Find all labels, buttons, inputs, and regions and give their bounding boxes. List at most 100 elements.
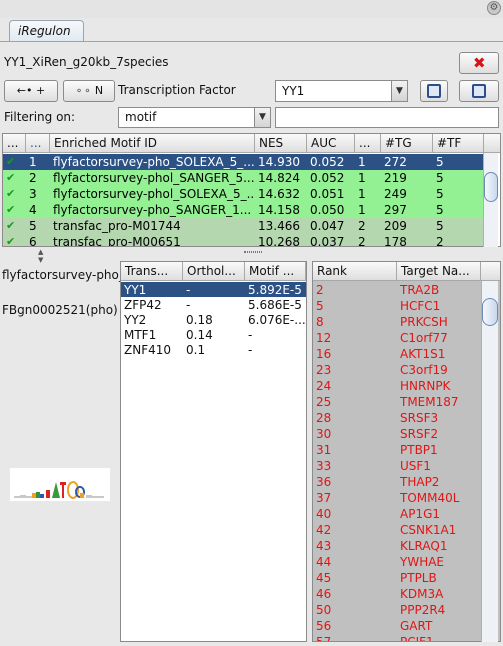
table-row[interactable]: 5 HCFC1 — [313, 298, 481, 314]
target-rank-cell: 56 — [316, 619, 332, 633]
column-header[interactable]: ... — [26, 134, 50, 153]
table-row[interactable]: 16 AKT1S1 — [313, 346, 481, 362]
column-header[interactable]: Trans... — [121, 262, 183, 281]
table-row[interactable]: ✔ 4 flyfactorsurvey-pho_SANGER_1... 14.158 0… — [3, 202, 484, 218]
tf-combobox[interactable]: YY1 ▼ — [275, 80, 408, 102]
gear-icon[interactable]: ⚙ — [487, 1, 501, 15]
filter-input[interactable] — [275, 107, 499, 128]
table-row[interactable]: 36 THAP2 — [313, 474, 481, 490]
chevron-down-icon[interactable]: ▼ — [391, 81, 407, 101]
table-row[interactable]: 23 C3orf19 — [313, 362, 481, 378]
column-header[interactable]: Enriched Motif ID — [50, 134, 255, 153]
split-handle[interactable]: ▲ ▼ — [2, 248, 501, 264]
collapse-arrows-icon[interactable]: ▲ ▼ — [38, 248, 43, 264]
rank-cell: 4 — [29, 203, 37, 217]
table-row[interactable]: 46 KDM3A — [313, 586, 481, 602]
tf-label: Transcription Factor — [118, 83, 236, 97]
table-row[interactable]: ZFP42 - 5.686E-5 — [121, 297, 306, 312]
table-row[interactable]: 8 PRKCSH — [313, 314, 481, 330]
add-to-network-button[interactable]: ←• + — [4, 80, 58, 102]
orthology-cell: 0.18 — [186, 313, 213, 327]
filter-combobox-value: motif — [125, 110, 157, 124]
orthology-cell: - — [186, 298, 191, 312]
close-button[interactable]: ✖ — [459, 52, 499, 74]
target-name-cell: PRKCSH — [400, 315, 448, 329]
filter-combobox[interactable]: motif ▼ — [118, 107, 271, 128]
table-row[interactable]: 2 TRA2B — [313, 282, 481, 298]
target-name-cell: PTBP1 — [400, 443, 438, 457]
column-header[interactable]: Motif ... — [245, 262, 306, 281]
tf-count-cell: 5 — [436, 155, 444, 169]
table-row[interactable]: 25 TMEM187 — [313, 394, 481, 410]
auc-cell: 0.052 — [310, 155, 345, 169]
close-icon: ✖ — [473, 54, 486, 72]
auc-cell: 0.052 — [310, 171, 345, 185]
table-row[interactable]: 31 PTBP1 — [313, 442, 481, 458]
column-header[interactable]: Target Na... — [397, 262, 481, 281]
scrollbar-thumb[interactable] — [482, 298, 498, 326]
rank-cell: 5 — [29, 219, 37, 233]
tf-count-cell: 5 — [436, 171, 444, 185]
target-name-cell: SRSF2 — [400, 427, 439, 441]
target-rank-cell: 12 — [316, 331, 332, 345]
tf-combobox-value: YY1 — [282, 84, 305, 98]
target-name-cell: YWHAE — [400, 555, 445, 569]
target-rank-cell: 37 — [316, 491, 332, 505]
export-button[interactable] — [459, 80, 499, 102]
table-row[interactable]: ✔ 6 transfac_pro-M00651 10.268 0.037 2 178 2 — [3, 234, 484, 246]
create-network-button[interactable]: ⚬⚬ N — [63, 80, 115, 102]
table-row[interactable]: 50 PPP2R4 — [313, 602, 481, 618]
table-row[interactable]: YY1 - 5.892E-5 — [121, 282, 306, 297]
rank-cell: 2 — [29, 171, 37, 185]
table-row[interactable]: 28 SRSF3 — [313, 410, 481, 426]
table-row[interactable]: ✔ 1 flyfactorsurvey-pho_SOLEXA_5_... 14.930… — [3, 154, 484, 170]
table-row[interactable]: 45 PTPLB — [313, 570, 481, 586]
target-name-cell: PTPLB — [400, 571, 437, 585]
table-row[interactable]: 44 YWHAE — [313, 554, 481, 570]
grip-icon[interactable] — [244, 251, 262, 253]
table-row[interactable]: 57 PCIF1 — [313, 634, 481, 642]
column-header[interactable]: ... — [355, 134, 381, 153]
orthology-cell: 0.1 — [186, 343, 206, 357]
table-row[interactable]: 24 HNRNPK — [313, 378, 481, 394]
target-table-scrollbar[interactable] — [481, 281, 498, 642]
column-header[interactable]: ... — [3, 134, 26, 153]
target-name-cell: KLRAQ1 — [400, 539, 448, 553]
column-header[interactable]: NES — [255, 134, 307, 153]
table-row[interactable]: 37 TOMM40L — [313, 490, 481, 506]
save-button[interactable] — [420, 80, 448, 102]
table-row[interactable]: 43 KLRAQ1 — [313, 538, 481, 554]
table-row[interactable]: 42 CSNK1A1 — [313, 522, 481, 538]
tab-iregulon[interactable]: iRegulon — [9, 20, 84, 42]
column-header[interactable]: Orthol... — [183, 262, 245, 281]
motif-similarity-cell: - — [248, 328, 253, 342]
target-name-cell: PCIF1 — [400, 635, 434, 642]
column-header[interactable]: AUC — [307, 134, 355, 153]
table-row[interactable]: 33 USF1 — [313, 458, 481, 474]
column-header[interactable]: Rank — [313, 262, 397, 281]
table-row[interactable]: ✔ 5 transfac_pro-M01744 13.466 0.047 2 209 5 — [3, 218, 484, 234]
table-row[interactable]: YY2 0.18 6.076E-... — [121, 312, 306, 327]
column-header[interactable]: #TF — [433, 134, 484, 153]
chevron-down-icon[interactable]: ▼ — [254, 108, 270, 127]
table-row[interactable]: ZNF410 0.1 - — [121, 342, 306, 357]
table-row[interactable]: 40 AP1G1 — [313, 506, 481, 522]
target-name-cell: HNRNPK — [400, 379, 451, 393]
nes-cell: 14.632 — [258, 187, 300, 201]
target-rank-cell: 2 — [316, 283, 324, 297]
table-row[interactable]: 30 SRSF2 — [313, 426, 481, 442]
table-row[interactable]: MTF1 0.14 - — [121, 327, 306, 342]
motif-id-cell: flyfactorsurvey-phol_SOLEXA_5_... — [53, 187, 255, 201]
target-name-cell: TOMM40L — [400, 491, 460, 505]
motif-name-label: flyfactorsurvey-pho_SOLEXA_5 — [2, 268, 120, 282]
target-name-cell: TRA2B — [400, 283, 440, 297]
target-count-cell: 272 — [384, 155, 407, 169]
table-row[interactable]: 12 C1orf77 — [313, 330, 481, 346]
scrollbar-thumb[interactable] — [484, 172, 498, 202]
table-row[interactable]: ✔ 3 flyfactorsurvey-phol_SOLEXA_5_... 14.63… — [3, 186, 484, 202]
column-header[interactable]: #TG — [381, 134, 433, 153]
tf-count-cell: 5 — [436, 203, 444, 217]
table-row[interactable]: ✔ 2 flyfactorsurvey-phol_SANGER_5... 14.824… — [3, 170, 484, 186]
nes-cell: 14.930 — [258, 155, 300, 169]
table-row[interactable]: 56 GART — [313, 618, 481, 634]
